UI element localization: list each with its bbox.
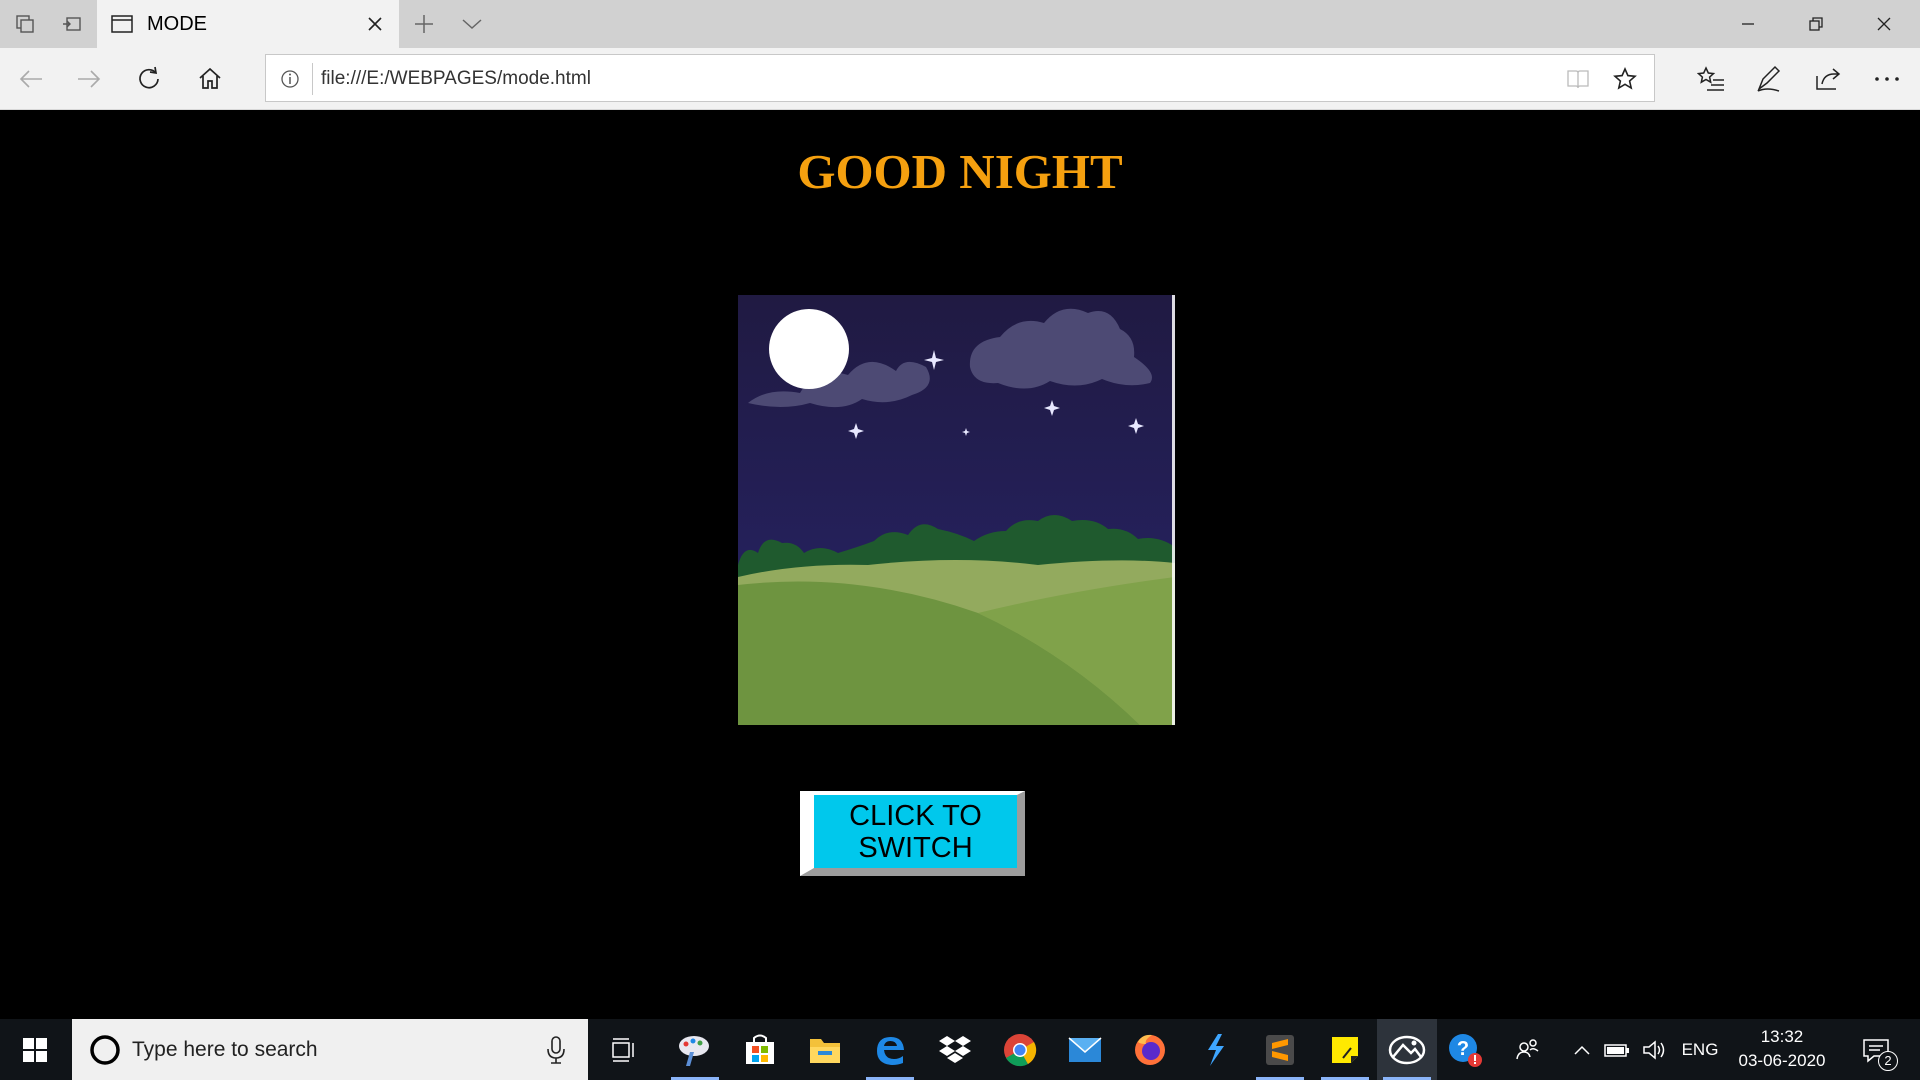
get-help-icon[interactable]: ? <box>1435 1019 1495 1080</box>
taskbar-search-box[interactable]: Type here to search <box>72 1019 588 1080</box>
home-icon[interactable] <box>193 62 227 96</box>
url-text[interactable]: file:///E:/WEBPAGES/mode.html <box>321 67 591 91</box>
set-tabs-aside-icon[interactable] <box>60 12 84 36</box>
close-tab-icon[interactable] <box>363 12 387 36</box>
taskbar-clock[interactable]: 13:32 03-06-2020 <box>1730 1025 1834 1073</box>
photos-icon[interactable] <box>1377 1019 1437 1080</box>
browser-toolbar: file:///E:/WEBPAGES/mode.html <box>0 48 1920 110</box>
chrome-icon[interactable] <box>990 1019 1050 1080</box>
new-tab-icon[interactable] <box>410 10 438 38</box>
info-icon[interactable] <box>278 67 302 91</box>
share-icon[interactable] <box>1811 62 1845 96</box>
favorites-list-icon[interactable] <box>1694 62 1728 96</box>
cortana-icon <box>90 1035 120 1065</box>
restore-icon[interactable] <box>1782 0 1850 48</box>
people-icon[interactable] <box>1508 1019 1548 1080</box>
forward-arrow-icon[interactable] <box>72 62 106 96</box>
tab-title: MODE <box>147 13 207 35</box>
switch-button-line2: SWITCH <box>858 831 973 864</box>
windows-taskbar: Type here to search ? ENG 13:32 03-06-20… <box>0 1019 1920 1080</box>
store-icon[interactable] <box>730 1019 790 1080</box>
volume-icon[interactable] <box>1638 1019 1672 1080</box>
minimize-icon[interactable] <box>1714 0 1782 48</box>
active-tab[interactable]: MODE <box>97 0 399 48</box>
vscode-icon[interactable] <box>1185 1019 1245 1080</box>
svg-text:?: ? <box>1457 1038 1469 1060</box>
title-bar: MODE <box>0 0 1920 48</box>
address-bar[interactable]: file:///E:/WEBPAGES/mode.html <box>265 54 1655 102</box>
file-explorer-icon[interactable] <box>795 1019 855 1080</box>
web-page: GOOD NIGHT CLICK TO SWITCH <box>0 110 1920 1019</box>
task-view-icon[interactable] <box>594 1019 654 1080</box>
reading-view-icon[interactable] <box>1566 67 1590 91</box>
page-heading: GOOD NIGHT <box>797 144 1123 199</box>
refresh-icon[interactable] <box>132 62 166 96</box>
battery-icon[interactable] <box>1600 1019 1634 1080</box>
clock-date: 03-06-2020 <box>1738 1051 1826 1070</box>
action-center-icon[interactable]: 2 <box>1850 1019 1902 1080</box>
more-options-icon[interactable] <box>1870 62 1904 96</box>
switch-mode-button[interactable]: CLICK TO SWITCH <box>800 791 1025 876</box>
address-separator <box>312 63 313 95</box>
notification-count-badge: 2 <box>1878 1051 1898 1071</box>
pen-notes-icon[interactable] <box>1752 62 1786 96</box>
close-window-icon[interactable] <box>1850 0 1918 48</box>
favorite-star-icon[interactable] <box>1612 66 1638 92</box>
night-landscape-image <box>738 295 1175 725</box>
search-placeholder: Type here to search <box>132 1038 318 1061</box>
switch-button-line1: CLICK TO <box>849 799 982 832</box>
windows-start-icon[interactable] <box>0 1019 70 1080</box>
input-language-indicator[interactable]: ENG <box>1680 1019 1720 1080</box>
page-icon <box>110 12 134 36</box>
back-arrow-icon[interactable] <box>14 62 48 96</box>
sticky-notes-icon[interactable] <box>1315 1019 1375 1080</box>
mail-icon[interactable] <box>1055 1019 1115 1080</box>
paint-icon[interactable] <box>665 1019 725 1080</box>
chevron-down-icon[interactable] <box>458 10 486 38</box>
sublime-text-icon[interactable] <box>1250 1019 1310 1080</box>
firefox-icon[interactable] <box>1120 1019 1180 1080</box>
microphone-icon[interactable] <box>544 1035 568 1065</box>
chevron-up-icon[interactable] <box>1568 1019 1596 1080</box>
edge-icon[interactable] <box>860 1019 920 1080</box>
dropbox-icon[interactable] <box>925 1019 985 1080</box>
clock-time: 13:32 <box>1760 1027 1804 1046</box>
tab-actions-icon[interactable] <box>13 12 37 36</box>
